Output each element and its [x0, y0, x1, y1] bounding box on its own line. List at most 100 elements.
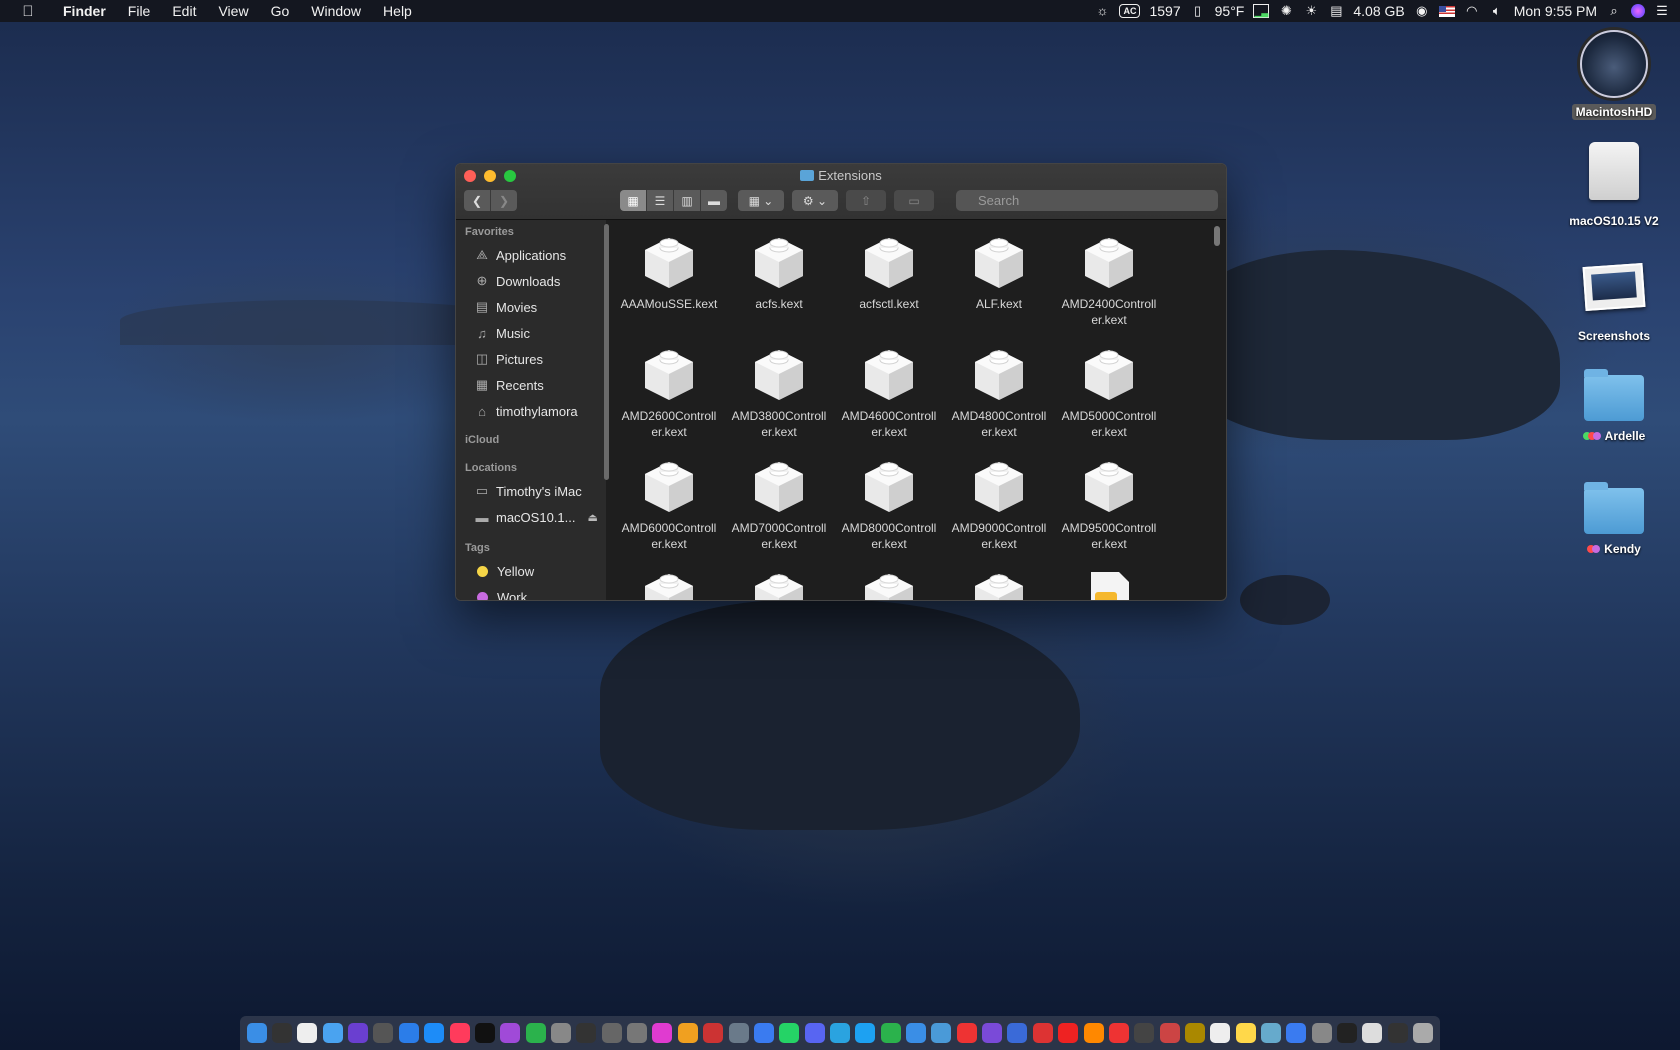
ac-power-badge[interactable]: AC	[1119, 4, 1141, 18]
dock-app-icon[interactable]	[804, 1023, 825, 1043]
desktop-icon-ardelle[interactable]: Ardelle	[1559, 369, 1669, 443]
dock-app-icon[interactable]	[627, 1023, 648, 1043]
file-item[interactable]: AMD9500Controll er.kext	[1054, 452, 1164, 564]
dock-app-icon[interactable]	[1235, 1023, 1256, 1043]
brightness-icon[interactable]: ☼	[1094, 4, 1110, 18]
dock-app-icon[interactable]	[1286, 1023, 1307, 1043]
siri-icon[interactable]	[1631, 4, 1645, 18]
sidebar-item-tag-yellow[interactable]: Yellow	[456, 558, 606, 584]
desktop-icon-kendy[interactable]: Kendy	[1559, 482, 1669, 556]
menu-go[interactable]: Go	[260, 0, 301, 22]
apple-menu-icon[interactable]: 	[20, 3, 36, 20]
dock-app-icon[interactable]	[525, 1023, 546, 1043]
dock-app-icon[interactable]	[1108, 1023, 1129, 1043]
desktop-icon-screenshots[interactable]: Screenshots	[1559, 262, 1669, 343]
dock-app-icon[interactable]	[1032, 1023, 1053, 1043]
gallery-view-button[interactable]: ▬	[701, 190, 727, 211]
desktop-icon-macos-volume[interactable]: macOS10.15 V2	[1559, 142, 1669, 228]
dock-app-icon[interactable]	[1058, 1023, 1079, 1043]
file-item[interactable]: AMD4800Controll er.kext	[944, 340, 1054, 452]
dock-app-icon[interactable]	[601, 1023, 622, 1043]
dock-app-icon[interactable]	[348, 1023, 369, 1043]
column-view-button[interactable]: ▥	[674, 190, 701, 211]
file-item[interactable]	[944, 564, 1054, 600]
dock-app-icon[interactable]	[1413, 1023, 1434, 1043]
dock-app-icon[interactable]	[982, 1023, 1003, 1043]
menu-view[interactable]: View	[207, 0, 259, 22]
sidebar-scrollbar[interactable]	[604, 220, 609, 600]
file-item[interactable]: AMD9000Controll er.kext	[944, 452, 1054, 564]
tags-button[interactable]: ▭	[894, 190, 934, 211]
file-item[interactable]: AMD3800Controll er.kext	[724, 340, 834, 452]
dock-app-icon[interactable]	[1261, 1023, 1282, 1043]
dock-app-icon[interactable]	[1362, 1023, 1383, 1043]
sidebar-item-pictures[interactable]: ◫ Pictures	[456, 346, 606, 372]
file-item[interactable]: acfsctl.kext	[834, 228, 944, 340]
dock-app-icon[interactable]	[677, 1023, 698, 1043]
file-item[interactable]: AMD7000Controll er.kext	[724, 452, 834, 564]
memory-readout[interactable]: 4.08 GB	[1353, 3, 1404, 19]
dock-app-icon[interactable]	[576, 1023, 597, 1043]
dock-app-icon[interactable]	[956, 1023, 977, 1043]
file-item[interactable]	[614, 564, 724, 600]
dock-app-icon[interactable]	[424, 1023, 445, 1043]
activity-monitor-icon[interactable]: ▁▃	[1253, 4, 1270, 18]
search-input[interactable]	[956, 190, 1218, 211]
menu-file[interactable]: File	[117, 0, 162, 22]
dock-app-icon[interactable]	[753, 1023, 774, 1043]
content-scrollbar[interactable]	[1214, 222, 1221, 596]
sidebar-item-recents[interactable]: ▦ Recents	[456, 372, 606, 398]
dock-app-icon[interactable]	[1210, 1023, 1231, 1043]
dock-app-icon[interactable]	[474, 1023, 495, 1043]
dock-app-icon[interactable]	[829, 1023, 850, 1043]
file-item[interactable]: AMD2600Controll er.kext	[614, 340, 724, 452]
dock-app-icon[interactable]	[1159, 1023, 1180, 1043]
file-item[interactable]: AMD4600Controll er.kext	[834, 340, 944, 452]
sidebar-item-home[interactable]: ⌂ timothylamora	[456, 398, 606, 424]
dock-app-icon[interactable]	[272, 1023, 293, 1043]
file-item[interactable]	[834, 564, 944, 600]
status-count[interactable]: 1597	[1149, 3, 1180, 19]
dock-app-icon[interactable]	[449, 1023, 470, 1043]
dock-app-icon[interactable]	[1337, 1023, 1358, 1043]
wifi-icon[interactable]: ◠	[1464, 4, 1480, 18]
sidebar-item-movies[interactable]: ▤ Movies	[456, 294, 606, 320]
us-flag-icon[interactable]	[1438, 5, 1455, 17]
action-gear-button[interactable]: ⚙ ⌄	[792, 190, 838, 211]
file-item[interactable]: AMD2400Controll er.kext	[1054, 228, 1164, 340]
vpn-icon[interactable]: ◉	[1414, 4, 1430, 18]
sun-alt-icon[interactable]: ☀	[1303, 4, 1319, 18]
temperature-readout[interactable]: 95°F	[1215, 3, 1245, 19]
menu-app-finder[interactable]: Finder	[52, 0, 117, 22]
dock-app-icon[interactable]	[779, 1023, 800, 1043]
sidebar-scrollbar-thumb[interactable]	[604, 224, 609, 480]
menu-edit[interactable]: Edit	[161, 0, 207, 22]
dock-app-icon[interactable]	[855, 1023, 876, 1043]
file-item[interactable]: AMD6000Controll er.kext	[614, 452, 724, 564]
dock-app-icon[interactable]	[703, 1023, 724, 1043]
group-by-button[interactable]: ▦ ⌄	[738, 190, 784, 211]
forward-button[interactable]: ❯	[491, 190, 517, 211]
dock-app-icon[interactable]	[1311, 1023, 1332, 1043]
back-button[interactable]: ❮	[464, 190, 491, 211]
dock-app-icon[interactable]	[398, 1023, 419, 1043]
dock-app-icon[interactable]	[297, 1023, 318, 1043]
dock-app-icon[interactable]	[1007, 1023, 1028, 1043]
dock-app-icon[interactable]	[931, 1023, 952, 1043]
dock-app-icon[interactable]	[1184, 1023, 1205, 1043]
icon-view-button[interactable]: ▦	[620, 190, 647, 211]
spotlight-search-icon[interactable]: ⌕	[1606, 4, 1622, 18]
dock-app-icon[interactable]	[880, 1023, 901, 1043]
file-item[interactable]: ALF.kext	[944, 228, 1054, 340]
notification-center-icon[interactable]: ☰	[1654, 4, 1670, 18]
clock-readout[interactable]: Mon 9:55 PM	[1514, 3, 1597, 19]
dock-app-icon[interactable]	[246, 1023, 267, 1043]
file-item[interactable]	[724, 564, 834, 600]
dock-app-icon[interactable]	[1387, 1023, 1408, 1043]
file-item[interactable]: AMD8000Controll er.kext	[834, 452, 944, 564]
eject-icon[interactable]: ⏏	[587, 511, 597, 524]
file-item[interactable]	[1054, 564, 1164, 600]
sidebar-item-imac[interactable]: ▭ Timothy's iMac	[456, 478, 606, 504]
dock-app-icon[interactable]	[550, 1023, 571, 1043]
sidebar-item-applications[interactable]: ⟁ Applications	[456, 242, 606, 268]
